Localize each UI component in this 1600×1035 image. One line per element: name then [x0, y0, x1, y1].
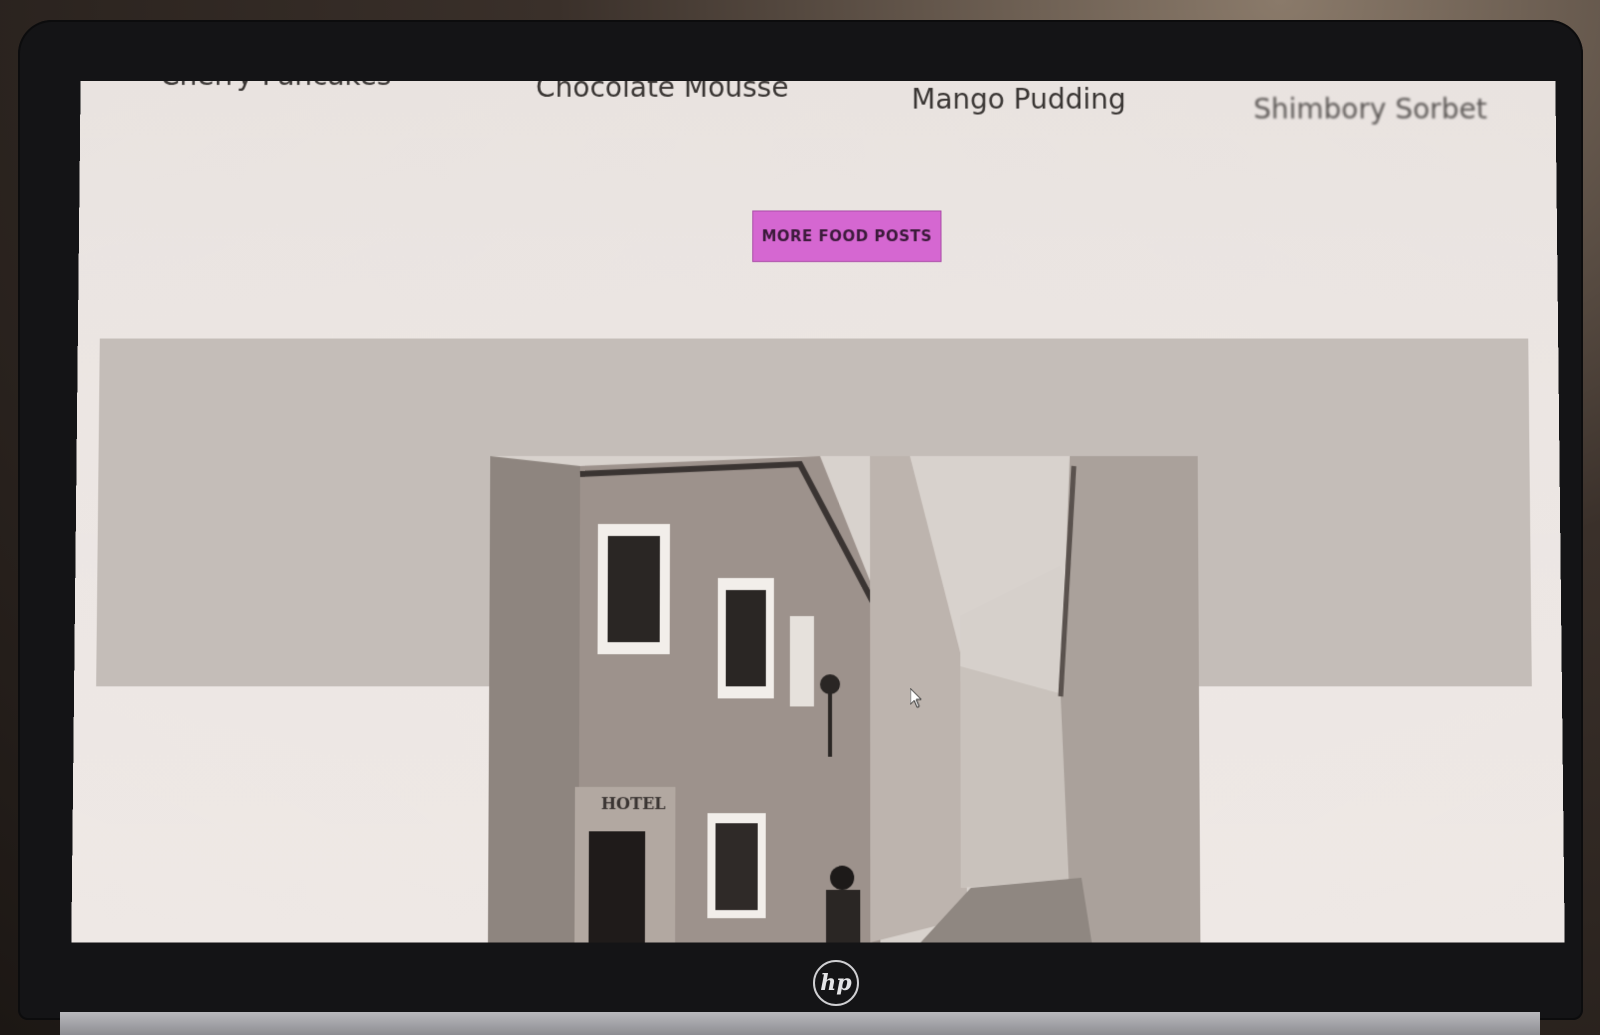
post-title-link[interactable]: Shimbory Sorbet — [1253, 93, 1487, 126]
post-titles-row: Cherry Pancakes Chocolate Mousse Mango P… — [80, 81, 1556, 125]
hotel-sign-text: HOTEL — [601, 794, 666, 813]
street-scene-image: HOTEL — [487, 456, 1201, 943]
post-title-link[interactable]: Chocolate Mousse — [536, 81, 789, 104]
laptop-base — [60, 1012, 1540, 1035]
post-title-link[interactable]: Mango Pudding — [911, 83, 1126, 116]
laptop-bezel: Cherry Pancakes Chocolate Mousse Mango P… — [18, 20, 1583, 1020]
more-food-posts-button[interactable]: MORE FOOD POSTS — [752, 210, 942, 263]
feature-image[interactable]: HOTEL — [487, 456, 1201, 943]
post-title-link[interactable]: Cherry Pancakes — [160, 81, 391, 92]
hp-logo-icon: hp — [813, 960, 859, 1006]
browser-viewport: Cherry Pancakes Chocolate Mousse Mango P… — [71, 80, 1565, 943]
